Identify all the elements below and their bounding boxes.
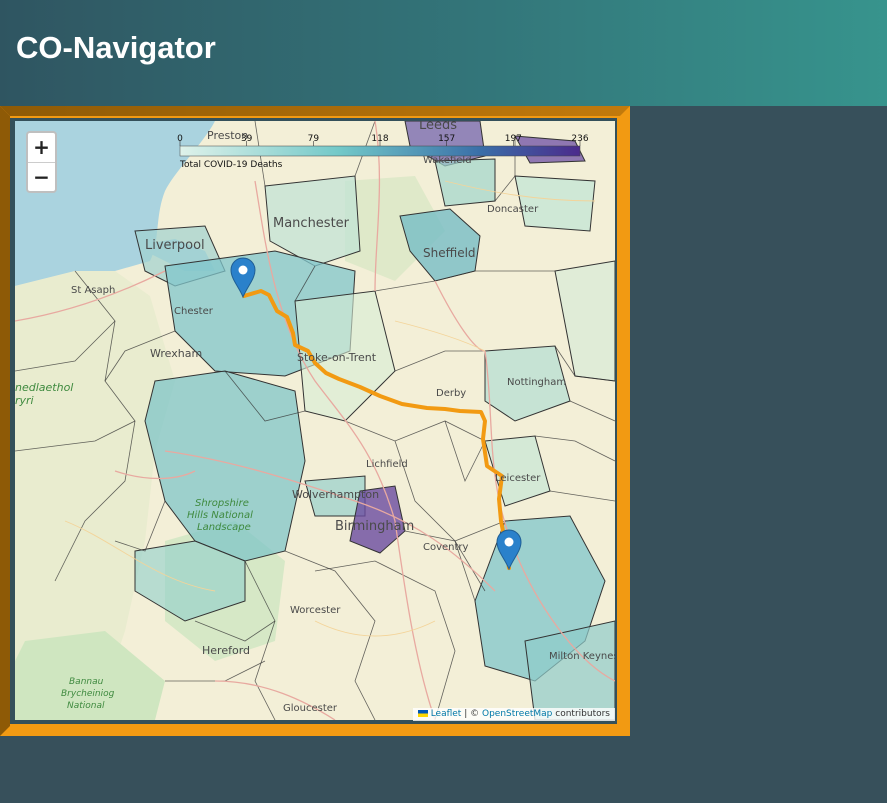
region-wakefield [434, 158, 496, 207]
legend-tick-label: 197 [505, 134, 522, 144]
app-title: CO-Navigator [16, 30, 216, 65]
zoom-in-button[interactable]: + [28, 133, 55, 162]
osm-link[interactable]: OpenStreetMap [482, 709, 552, 719]
legend-color-bar [179, 145, 581, 157]
svg-text:St Asaph: St Asaph [71, 285, 115, 296]
svg-text:Landscape: Landscape [197, 522, 251, 533]
frame-bevel-top [0, 106, 630, 116]
zoom-control: + − [26, 131, 57, 193]
svg-text:ryri: ryri [15, 394, 34, 407]
map-attribution: Leaflet | © OpenStreetMap contributors [412, 708, 615, 721]
legend-title: Total COVID-19 Deaths [179, 160, 283, 170]
svg-text:Leicester: Leicester [495, 473, 541, 484]
svg-text:Bannau: Bannau [69, 677, 104, 687]
svg-text:Sheffield: Sheffield [423, 246, 476, 260]
legend-tick-label: 118 [371, 134, 388, 144]
svg-text:Brycheiniog: Brycheiniog [61, 689, 115, 699]
legend-tick-label: 236 [571, 134, 588, 144]
svg-text:National: National [67, 701, 105, 711]
legend-tick-label: 157 [438, 134, 455, 144]
app-header: CO-Navigator [0, 0, 887, 106]
svg-text:Gloucester: Gloucester [283, 703, 338, 714]
svg-text:Hereford: Hereford [202, 644, 250, 657]
legend-tick-label: 0 [177, 134, 183, 144]
svg-text:Worcester: Worcester [290, 605, 341, 616]
svg-text:Liverpool: Liverpool [145, 238, 205, 253]
svg-text:Manchester: Manchester [273, 216, 350, 231]
map-svg[interactable]: Preston Leeds Wakefield Manchester Liver… [15, 121, 615, 720]
svg-text:Shropshire: Shropshire [195, 498, 249, 509]
frame-bevel-left [0, 106, 10, 736]
svg-text:Milton Keynes: Milton Keynes [549, 651, 615, 662]
map-canvas[interactable]: Preston Leeds Wakefield Manchester Liver… [15, 121, 615, 720]
svg-text:nedlaethol: nedlaethol [15, 381, 73, 394]
svg-text:Stoke-on-Trent: Stoke-on-Trent [297, 351, 377, 364]
leaflet-link[interactable]: Leaflet [431, 709, 462, 719]
zoom-out-button[interactable]: − [28, 162, 55, 191]
svg-text:Doncaster: Doncaster [487, 204, 539, 215]
svg-text:Wrexham: Wrexham [150, 347, 202, 360]
svg-text:Hills National: Hills National [187, 510, 253, 521]
svg-text:Coventry: Coventry [423, 542, 469, 553]
legend-tick-label: 79 [308, 134, 320, 144]
svg-text:Leeds: Leeds [419, 121, 457, 133]
svg-text:Nottingham: Nottingham [507, 377, 566, 388]
attribution-suffix: contributors [555, 709, 610, 719]
attribution-separator: | © [464, 709, 480, 719]
svg-text:Lichfield: Lichfield [366, 459, 408, 470]
svg-text:Chester: Chester [174, 306, 214, 317]
ukraine-flag-icon [417, 710, 428, 717]
svg-text:Wolverhampton: Wolverhampton [292, 488, 379, 501]
region-east-midlands [554, 260, 615, 382]
svg-text:Birmingham: Birmingham [335, 519, 414, 534]
svg-text:Wakefield: Wakefield [423, 155, 472, 166]
svg-text:Derby: Derby [436, 388, 466, 399]
region-sheffield [399, 208, 481, 282]
legend-tick-label: 39 [241, 134, 253, 144]
